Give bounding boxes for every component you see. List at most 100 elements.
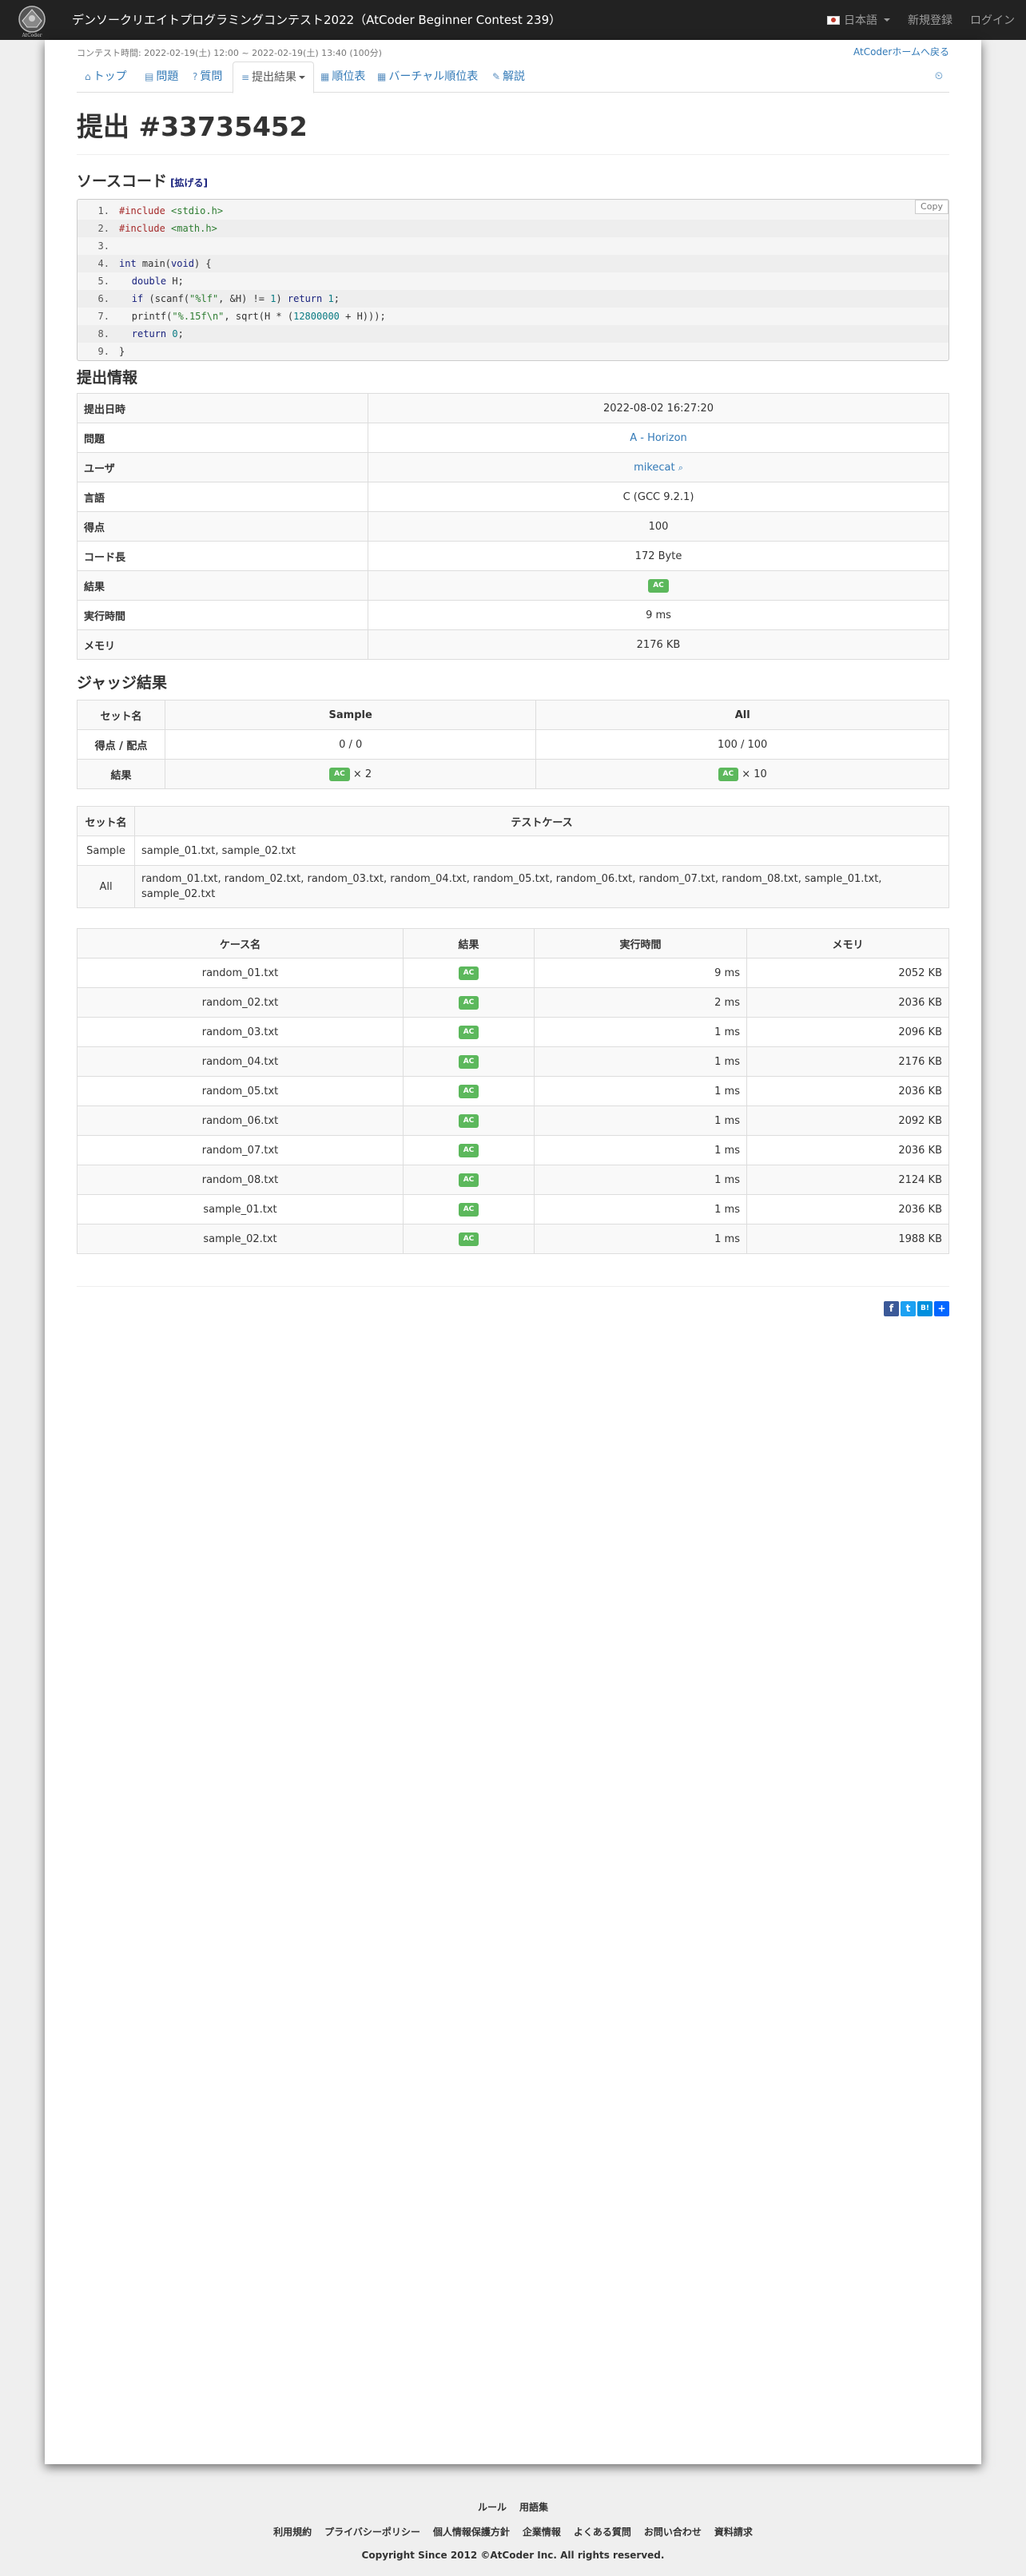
facebook-icon[interactable]: f — [884, 1301, 899, 1316]
tasks-icon: ▤ — [145, 71, 154, 82]
tab-standings[interactable]: ▦ 順位表 — [312, 62, 373, 93]
code-length: 172 Byte — [368, 541, 949, 571]
expand-link[interactable]: [拡げる] — [170, 177, 208, 189]
code-line: 3. — [97, 240, 109, 252]
tab-submissions[interactable]: ≡ 提出結果 — [233, 62, 315, 93]
status-badge: AC — [458, 1143, 479, 1157]
table-row: random_05.txt AC 1 ms 2036 KB — [77, 1076, 949, 1106]
status-badge: AC — [458, 1202, 479, 1217]
table-row: random_08.txt AC 1 ms 2124 KB — [77, 1165, 949, 1195]
register-link[interactable]: 新規登録 — [908, 12, 952, 28]
tab-questions[interactable]: ? 質問 — [185, 62, 230, 93]
copyright: Copyright Since 2012 ©AtCoder Inc. All r… — [361, 2550, 665, 2561]
memory: 2176 KB — [368, 629, 949, 660]
table-row: コード長 172 Byte — [77, 541, 949, 571]
share-buttons: f t B! + — [884, 1301, 949, 1316]
footer-link-contact[interactable]: お問い合わせ — [644, 2526, 702, 2538]
footer-link-rules[interactable]: ルール — [478, 2502, 507, 2513]
table-row: random_01.txt AC 9 ms 2052 KB — [77, 958, 949, 988]
footer-link-terms[interactable]: 利用規約 — [273, 2526, 312, 2538]
footer-link-glossary[interactable]: 用語集 — [519, 2502, 548, 2513]
contest-tabs: ⌂ トップ ▤ 問題 ? 質問 ≡ 提出結果 ▦ 順位表 ▦ バーチャル順位表 ✎ 解説 ⏲ — [77, 62, 949, 93]
status-badge: AC — [458, 1113, 479, 1128]
standings-icon: ▦ — [320, 71, 330, 82]
source-code-heading: ソースコード [拡げる] — [77, 173, 209, 190]
status-badge: AC — [718, 767, 739, 781]
score: 100 — [368, 511, 949, 542]
judge-result-heading: ジャッジ結果 — [77, 674, 168, 692]
status-badge: AC — [458, 1054, 479, 1069]
status-badge: AC — [458, 1173, 479, 1187]
contest-time: コンテスト時間: 2022-02-19(土) 12:00 ~ 2022-02-1… — [77, 48, 382, 58]
share-plus-icon[interactable]: + — [934, 1301, 949, 1316]
home-icon: ⌂ — [85, 71, 91, 82]
table-row: sample_02.txt AC 1 ms 1988 KB — [77, 1224, 949, 1254]
code-line: 6. if (scanf("%lf", &H) != 1) return 1; — [78, 290, 948, 308]
table-row: 提出日時 2022-08-02 16:27:20 — [77, 393, 949, 423]
table-row: random_02.txt AC 2 ms 2036 KB — [77, 987, 949, 1018]
table-row: Sample sample_01.txt, sample_02.txt — [77, 836, 949, 866]
language-label: 日本語 — [844, 14, 877, 27]
tab-problems[interactable]: ▤ 問題 — [137, 62, 186, 93]
table-row: 言語 C (GCC 9.2.1) — [77, 482, 949, 512]
editorial-icon: ✎ — [492, 71, 501, 82]
submission-time: 2022-08-02 16:27:20 — [368, 393, 949, 423]
table-row: sample_01.txt AC 1 ms 2036 KB — [77, 1194, 949, 1224]
table-row: random_04.txt AC 1 ms 2176 KB — [77, 1046, 949, 1077]
code-line: 7. printf("%.15f\n", sqrt(H * (12800000 … — [97, 311, 386, 322]
testset-table: セット名 テストケース Sample sample_01.txt, sample_0… — [77, 806, 949, 908]
contest-name[interactable]: デンソークリエイトプログラミングコンテスト2022（AtCoder Beginn… — [72, 0, 561, 40]
status-badge: AC — [458, 966, 479, 980]
atcoder-home-link[interactable]: AtCoderホームへ戻る — [853, 45, 949, 58]
tab-virtual-standings[interactable]: ▦ バーチャル順位表 — [369, 62, 486, 93]
exec-time: 9 ms — [368, 600, 949, 630]
virtual-standings-icon: ▦ — [377, 71, 387, 82]
code-line: 4. int main(void) { — [78, 255, 948, 272]
judge-result-table: セット名 Sample All 得点 / 配点 0 / 0 100 / 100 … — [77, 700, 949, 789]
table-row: メモリ 2176 KB — [77, 629, 949, 660]
sample-score: 0 / 0 — [164, 729, 537, 760]
code-line: 1. #include <stdio.h> — [97, 205, 224, 216]
table-row: 結果 AC × 2 AC × 10 — [77, 759, 949, 789]
hatena-bookmark-icon[interactable]: B! — [917, 1301, 933, 1316]
user-link[interactable]: mikecat — [634, 462, 675, 474]
tab-top[interactable]: ⌂ トップ — [77, 62, 135, 93]
list-icon: ≡ — [241, 72, 250, 83]
status-badge: AC — [458, 1232, 479, 1246]
table-row: random_03.txt AC 1 ms 2096 KB — [77, 1017, 949, 1047]
question-icon: ? — [193, 71, 198, 82]
table-row: 得点 100 — [77, 511, 949, 542]
sample-count: × 2 — [352, 768, 372, 780]
table-row: セット名 Sample All — [77, 700, 949, 730]
table-row: 得点 / 配点 0 / 0 100 / 100 — [77, 729, 949, 760]
footer-link-company[interactable]: 企業情報 — [523, 2526, 561, 2538]
user-search-icon[interactable]: ⌕ — [678, 462, 683, 473]
submission-info-table: 提出日時 2022-08-02 16:27:20 問題 A - Horizon ユー… — [77, 393, 949, 660]
clock-icon[interactable]: ⏲ — [935, 62, 943, 92]
main-container: コンテスト時間: 2022-02-19(土) 12:00 ~ 2022-02-1… — [45, 40, 981, 2464]
login-link[interactable]: ログイン — [970, 12, 1015, 28]
table-row: 問題 A - Horizon — [77, 423, 949, 453]
atcoder-logo[interactable]: AtCoder — [11, 3, 53, 38]
problem-link[interactable]: A - Horizon — [630, 432, 687, 444]
tab-editorial[interactable]: ✎ 解説 — [484, 62, 533, 93]
code-line: 8. return 0; — [78, 325, 948, 343]
caret-down-icon — [299, 76, 306, 79]
navbar: AtCoder デンソークリエイトプログラミングコンテスト2022（AtCode… — [0, 0, 1026, 40]
status-badge: AC — [648, 578, 669, 593]
footer-link-personal-info[interactable]: 個人情報保護方針 — [433, 2526, 510, 2538]
table-row: セット名 テストケース — [77, 806, 949, 836]
code-line: 2. #include <math.h> — [78, 220, 948, 237]
testcase-table: ケース名 結果 実行時間 メモリ random_01.txt AC 9 ms 2052… — [77, 928, 949, 1254]
submission-info-heading: 提出情報 — [77, 369, 138, 387]
status-badge: AC — [329, 767, 350, 781]
footer-link-documents[interactable]: 資料請求 — [714, 2526, 753, 2538]
japan-flag-icon — [827, 15, 840, 25]
all-score: 100 / 100 — [535, 729, 949, 760]
footer-link-faq[interactable]: よくある質問 — [574, 2526, 631, 2538]
footer-link-privacy[interactable]: プライバシーポリシー — [324, 2526, 420, 2538]
code-line: 9.} — [97, 346, 125, 357]
code-line: 5. double H; — [97, 276, 184, 287]
language-dropdown[interactable]: 日本語 — [827, 12, 890, 28]
twitter-icon[interactable]: t — [901, 1301, 916, 1316]
